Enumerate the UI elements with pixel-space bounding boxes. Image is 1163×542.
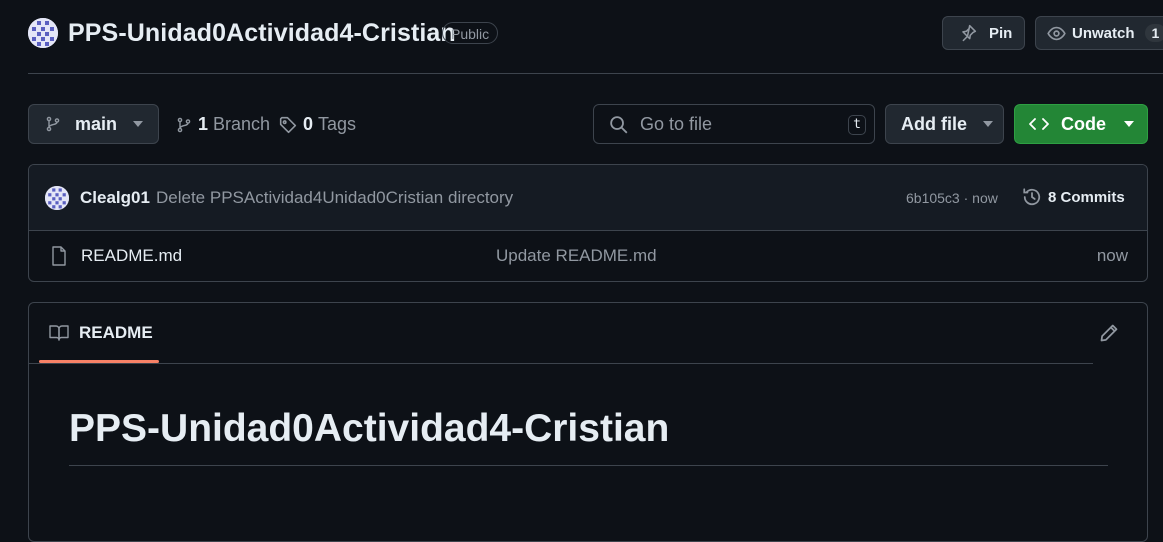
- edit-pencil-icon[interactable]: [1099, 323, 1119, 343]
- chevron-down-icon: [1124, 121, 1134, 127]
- unwatch-label: Unwatch: [1072, 24, 1135, 42]
- watch-count: 1: [1144, 24, 1163, 42]
- visibility-badge: Public: [442, 22, 499, 44]
- file-icon: [51, 246, 67, 266]
- branch-count: 1: [198, 114, 209, 134]
- repo-title[interactable]: PPS-Unidad0Actividad4-Cristian: [68, 19, 456, 48]
- commits-count: 8: [1048, 188, 1057, 206]
- commit-hash-time[interactable]: 6b105c3 · now: [906, 190, 998, 206]
- commits-label: Commits: [1060, 188, 1125, 206]
- shortcut-key: t: [848, 115, 866, 135]
- tag-label: Tags: [318, 114, 357, 134]
- git-branch-icon: [45, 115, 61, 133]
- code-button[interactable]: Code: [1014, 104, 1148, 144]
- eye-icon: [1047, 24, 1066, 43]
- go-to-file-placeholder: Go to file: [640, 113, 713, 134]
- commits-history-link[interactable]: 8 Commits: [1022, 187, 1125, 207]
- commit-message[interactable]: Delete PPSActividad4Unidad0Cristian dire…: [156, 188, 513, 208]
- latest-commit-bar: Clealg01 Delete PPSActividad4Unidad0Cris…: [29, 165, 1147, 231]
- readme-header-divider: [29, 363, 1093, 364]
- tab-readme[interactable]: README: [39, 303, 159, 363]
- pin-icon: [959, 24, 977, 42]
- branch-name: main: [75, 113, 118, 134]
- tag-count: 0: [303, 114, 314, 134]
- git-branch-icon: [176, 116, 192, 134]
- branches-link[interactable]: 1 Branch: [176, 114, 270, 135]
- code-label: Code: [1061, 113, 1106, 134]
- header-divider: [28, 73, 1163, 74]
- unwatch-button[interactable]: Unwatch 1: [1035, 16, 1163, 50]
- pin-button[interactable]: Pin: [942, 16, 1025, 50]
- file-name[interactable]: README.md: [81, 246, 182, 266]
- search-icon: [609, 115, 628, 134]
- add-file-button[interactable]: Add file: [885, 104, 1004, 144]
- owner-avatar[interactable]: [28, 18, 58, 48]
- go-to-file-input[interactable]: Go to file t: [593, 104, 875, 144]
- code-icon: [1029, 116, 1049, 132]
- readme-tab-label: README: [79, 323, 153, 342]
- tag-icon: [279, 116, 297, 134]
- file-last-commit[interactable]: Update README.md: [496, 246, 657, 266]
- chevron-down-icon: [983, 121, 993, 127]
- book-icon: [49, 324, 69, 342]
- commit-author[interactable]: Clealg01: [80, 188, 150, 208]
- add-file-label: Add file: [901, 113, 967, 134]
- readme-panel: README PPS-Unidad0Actividad4-Cristian: [28, 302, 1148, 542]
- file-time: now: [1096, 246, 1128, 265]
- history-icon: [1022, 187, 1042, 207]
- pin-label: Pin: [989, 24, 1013, 42]
- chevron-down-icon: [133, 121, 144, 127]
- heading-underline: [69, 465, 1108, 466]
- file-browser: Clealg01 Delete PPSActividad4Unidad0Cris…: [28, 164, 1148, 282]
- file-row[interactable]: README.md Update README.md now: [29, 231, 1147, 281]
- readme-heading: PPS-Unidad0Actividad4-Cristian: [69, 407, 670, 450]
- branch-selector[interactable]: main: [28, 104, 159, 144]
- tags-link[interactable]: 0 Tags: [279, 114, 356, 135]
- branch-label: Branch: [213, 114, 271, 134]
- commit-author-avatar[interactable]: [45, 186, 69, 210]
